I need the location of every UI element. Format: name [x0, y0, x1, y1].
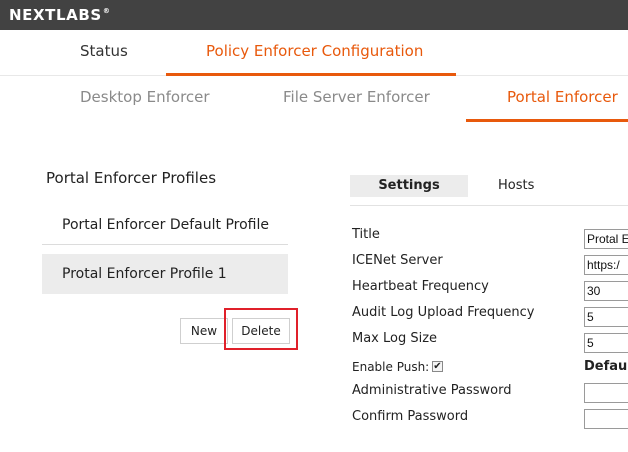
administrative-password-input[interactable] [584, 383, 628, 403]
settings-divider [350, 205, 628, 206]
confirm-password-label: Confirm Password [352, 409, 469, 424]
title-input[interactable]: Protal E [584, 229, 628, 249]
max-log-size-label: Max Log Size [352, 331, 438, 346]
tab-hosts[interactable]: Hosts [498, 175, 534, 197]
nextlabs-logo: NEXTLABS® [9, 6, 110, 24]
main-tabs: Status Policy Enforcer Configuration [0, 30, 628, 76]
active-sub-tab-indicator [466, 119, 628, 122]
tab-portal-enforcer[interactable]: Portal Enforcer [507, 88, 618, 106]
icenet-server-label: ICENet Server [352, 253, 443, 268]
enable-push-checkbox[interactable]: ✔ [432, 361, 443, 372]
default-label: Defaul [584, 359, 628, 374]
tab-file-server-enforcer[interactable]: File Server Enforcer [283, 88, 430, 106]
profile-item-1[interactable]: Protal Enforcer Profile 1 [42, 254, 288, 294]
audit-log-upload-frequency-input[interactable]: 5 [584, 307, 628, 327]
enforcer-sub-tabs: Desktop Enforcer File Server Enforcer Po… [0, 76, 628, 122]
administrative-password-label: Administrative Password [352, 383, 512, 398]
profiles-heading: Portal Enforcer Profiles [46, 169, 217, 187]
tab-desktop-enforcer[interactable]: Desktop Enforcer [80, 88, 210, 106]
icenet-server-input[interactable]: https:/ [584, 255, 628, 275]
delete-highlight-box [224, 308, 298, 350]
heartbeat-frequency-input[interactable]: 30 [584, 281, 628, 301]
enable-push-label: Enable Push: [352, 360, 430, 374]
confirm-password-input[interactable] [584, 409, 628, 429]
tab-status[interactable]: Status [80, 42, 128, 60]
tab-settings[interactable]: Settings [350, 175, 468, 197]
audit-log-upload-frequency-label: Audit Log Upload Frequency [352, 305, 535, 320]
heartbeat-frequency-label: Heartbeat Frequency [352, 279, 489, 294]
new-profile-button[interactable]: New [180, 318, 228, 344]
logo-text: NEXTLABS [9, 6, 102, 24]
tab-policy-enforcer-configuration[interactable]: Policy Enforcer Configuration [206, 42, 423, 60]
max-log-size-input[interactable]: 5 [584, 333, 628, 353]
profile-item-default[interactable]: Portal Enforcer Default Profile [42, 205, 288, 245]
logo-trademark: ® [102, 7, 111, 15]
top-bar: NEXTLABS® [0, 0, 628, 30]
title-label: Title [352, 227, 380, 242]
